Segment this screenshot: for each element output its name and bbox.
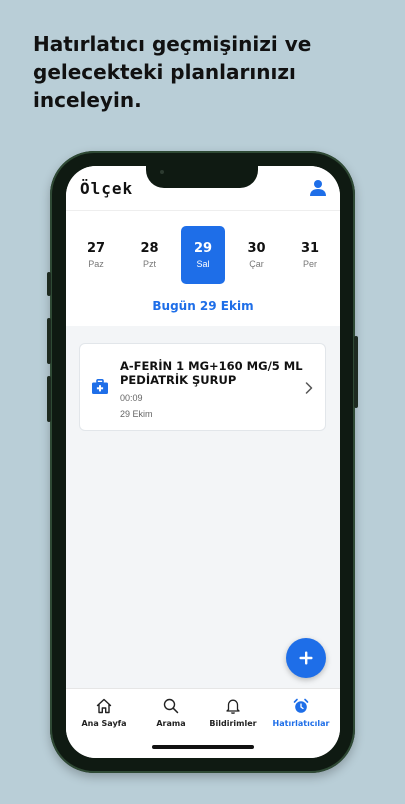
medical-kit-icon	[91, 379, 109, 395]
phone-volume-down-button	[47, 376, 51, 422]
date-number: 29	[193, 241, 213, 256]
date-day: Paz	[88, 259, 104, 269]
today-label: Bugün 29 Ekim	[152, 299, 254, 313]
home-icon	[96, 698, 112, 714]
app-logo: Ölçek	[80, 179, 134, 198]
reminder-time: 00:09	[120, 393, 143, 403]
home-indicator	[152, 745, 254, 749]
add-reminder-button[interactable]	[286, 638, 326, 678]
tab-label: Ana Sayfa	[81, 719, 127, 728]
date-day: Per	[302, 259, 317, 269]
date-day: Çar	[249, 259, 264, 269]
tab-search[interactable]: Arama	[137, 697, 205, 728]
date-number: 28	[140, 241, 159, 256]
reminder-list: A-FERİN 1 MG+160 MG/5 ML PEDİATRİK ŞURUP…	[66, 326, 340, 688]
date-item[interactable]: 28 Pzt	[128, 226, 172, 284]
date-day: Pzt	[142, 259, 156, 269]
alarm-clock-icon	[293, 698, 309, 713]
app-screen: Ölçek 27 Paz 28 Pzt 29 Sal 30 Çar 31 Per…	[66, 166, 340, 758]
phone-notch	[146, 158, 258, 188]
tab-label: Bildirimler	[209, 719, 257, 728]
profile-icon[interactable]	[308, 178, 328, 198]
chevron-right-icon	[305, 381, 313, 394]
tab-home[interactable]: Ana Sayfa	[70, 697, 138, 728]
header-area: Ölçek 27 Paz 28 Pzt 29 Sal 30 Çar 31 Per…	[66, 166, 340, 326]
tab-label: Hatırlatıcılar	[272, 719, 330, 728]
plus-icon	[299, 651, 313, 665]
date-item[interactable]: 31 Per	[288, 226, 332, 284]
medicine-name: A-FERİN 1 MG+160 MG/5 ML PEDİATRİK ŞURUP	[120, 359, 303, 387]
date-item-selected[interactable]: 29 Sal	[181, 226, 225, 284]
search-icon	[163, 698, 179, 714]
date-number: 31	[300, 241, 320, 256]
date-item[interactable]: 30 Çar	[235, 226, 279, 284]
reminder-date: 29 Ekim	[120, 409, 153, 419]
bell-icon	[226, 699, 240, 714]
date-item[interactable]: 27 Paz	[74, 226, 118, 284]
date-number: 30	[247, 241, 266, 256]
tab-notifications[interactable]: Bildirimler	[199, 697, 267, 728]
phone-mute-button	[47, 272, 51, 296]
phone-power-button	[354, 336, 358, 408]
date-strip: 27 Paz 28 Pzt 29 Sal 30 Çar 31 Per	[74, 226, 332, 284]
phone-volume-up-button	[47, 318, 51, 364]
tab-reminders[interactable]: Hatırlatıcılar	[267, 697, 335, 728]
reminder-card[interactable]: A-FERİN 1 MG+160 MG/5 ML PEDİATRİK ŞURUP…	[79, 343, 326, 431]
tab-label: Arama	[156, 719, 186, 728]
promo-headline: Hatırlatıcı geçmişinizi ve gelecekteki p…	[33, 32, 312, 112]
header-divider	[66, 210, 340, 211]
date-number: 27	[86, 241, 106, 256]
date-day: Sal	[196, 259, 210, 269]
